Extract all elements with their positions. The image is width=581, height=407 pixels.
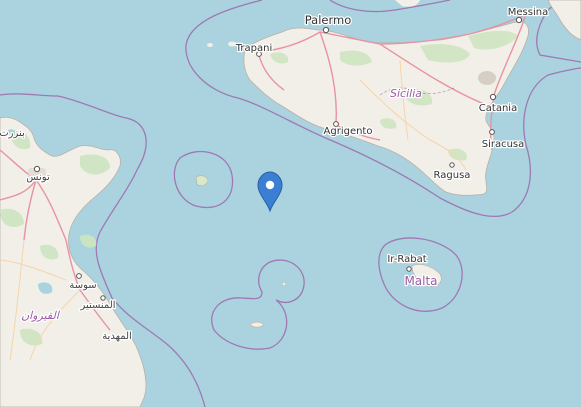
label-ir-rabat: Ir-Rabat (387, 254, 426, 265)
label-mahdia: المهدية (102, 331, 132, 342)
label-trapani: Trapani (235, 43, 272, 54)
label-tunis: تونس (26, 172, 50, 183)
map-canvas[interactable]: Palermo Messina Trapani Sicilia Agrigent… (0, 0, 581, 407)
linosa-island (281, 281, 287, 287)
label-monastir: المنستير (79, 300, 115, 311)
label-agrigento: Agrigento (324, 126, 373, 137)
label-messina: Messina (508, 7, 548, 18)
label-sicilia: Sicilia (390, 87, 422, 100)
label-siracusa: Siracusa (482, 139, 525, 150)
label-catania: Catania (479, 103, 517, 114)
label-palermo: Palermo (305, 13, 352, 27)
label-kairouan: القيروان (21, 309, 61, 322)
palermo-dot (322, 26, 330, 34)
map-view[interactable]: Palermo Messina Trapani Sicilia Agrigent… (0, 0, 581, 407)
messina-dot (515, 16, 523, 24)
catania-dot (489, 93, 497, 101)
label-malta: Malta (404, 274, 437, 288)
egadi-island (207, 43, 213, 47)
ragusa-dot (449, 162, 455, 168)
label-sousse: سوسة (69, 280, 96, 291)
ir-rabat-dot (406, 266, 412, 272)
sousse-dot (76, 273, 82, 279)
etna-area (478, 71, 496, 85)
label-bizerte: بنزرت (0, 128, 25, 139)
tunis-dot (33, 165, 41, 173)
label-ragusa: Ragusa (434, 170, 471, 181)
siracusa-dot (489, 129, 495, 135)
